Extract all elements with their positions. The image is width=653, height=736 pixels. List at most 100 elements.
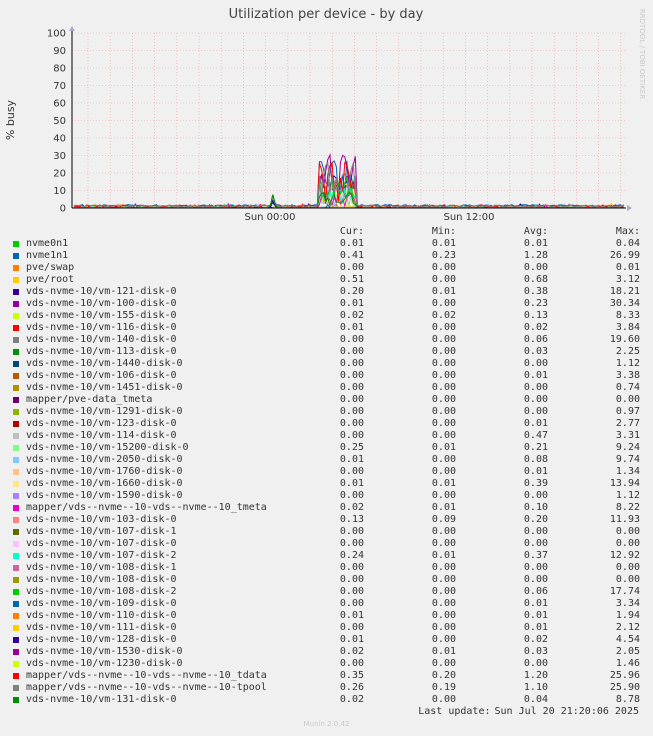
- legend-name: mapper/pve-data_tmeta: [26, 394, 153, 405]
- chart-title: Utilization per device - by day: [229, 7, 424, 22]
- legend-max-value: 19.60: [609, 334, 640, 345]
- legend-row: vds-nvme-10/vm-106-disk-0 0.00 0.00 0.01 3.3…: [12, 370, 642, 382]
- legend-swatch: [13, 361, 19, 367]
- legend-min-value: 0.00: [431, 418, 456, 429]
- legend-name: vds-nvme-10/vm-121-disk-0: [26, 286, 177, 297]
- legend-cur-value: 0.24: [339, 550, 364, 561]
- legend-row: vds-nvme-10/vm-110-disk-0 0.01 0.00 0.01 1.9…: [12, 610, 642, 622]
- legend-cur-value: 0.41: [339, 250, 364, 261]
- legend-min-value: 0.00: [431, 562, 456, 573]
- legend-cur-value: 0.35: [339, 670, 364, 681]
- legend-row: vds-nvme-10/vm-109-disk-0 0.00 0.00 0.01 3.3…: [12, 598, 642, 610]
- legend-max-value: 0.74: [615, 382, 640, 393]
- legend-max-value: 2.25: [615, 346, 640, 357]
- legend-cur-value: 0.00: [339, 538, 364, 549]
- y-tick-label: 0: [60, 204, 66, 215]
- legend-min-value: 0.01: [431, 286, 456, 297]
- legend-avg-value: 0.01: [523, 622, 548, 633]
- legend-swatch: [13, 469, 19, 475]
- legend-swatch: [13, 313, 19, 319]
- legend-min-value: 0.00: [431, 574, 456, 585]
- legend-min-value: 0.19: [431, 682, 456, 693]
- legend-row: vds-nvme-10/vm-140-disk-0 0.00 0.00 0.06 19.…: [12, 334, 642, 346]
- legend-swatch: [13, 421, 19, 427]
- legend-name: vds-nvme-10/vm-1291-disk-0: [26, 406, 183, 417]
- legend-max-value: 0.04: [615, 238, 640, 249]
- legend-max-value: 11.93: [609, 514, 640, 525]
- legend-avg-value: 0.00: [523, 382, 548, 393]
- legend-row: nvme1n1 0.41 0.23 1.28 26.99: [12, 250, 642, 262]
- x-tick-label: Sun 00:00: [244, 212, 295, 223]
- legend-avg-value: 0.01: [523, 418, 548, 429]
- legend-avg-value: 0.04: [523, 694, 548, 705]
- legend-swatch: [13, 589, 19, 595]
- legend-cur-value: 0.26: [339, 682, 364, 693]
- y-tick-label: 70: [53, 81, 66, 92]
- legend-min-value: 0.00: [431, 610, 456, 621]
- legend-name: vds-nvme-10/vm-155-disk-0: [26, 310, 177, 321]
- legend-avg-value: 0.10: [523, 502, 548, 513]
- y-tick-label: 90: [53, 46, 66, 57]
- legend-avg-value: 0.00: [523, 406, 548, 417]
- x-tick-label: Sun 12:00: [443, 212, 494, 223]
- legend-row: vds-nvme-10/vm-107-disk-0 0.00 0.00 0.00 0.0…: [12, 538, 642, 550]
- legend-swatch: [13, 685, 19, 691]
- legend-swatch: [13, 481, 19, 487]
- legend-name: vds-nvme-10/vm-1660-disk-0: [26, 478, 183, 489]
- legend-min-value: 0.00: [431, 466, 456, 477]
- legend-name: vds-nvme-10/vm-111-disk-0: [26, 622, 177, 633]
- legend-cur-value: 0.01: [339, 322, 364, 333]
- legend-min-value: 0.00: [431, 598, 456, 609]
- legend-avg-value: 0.20: [523, 514, 548, 525]
- legend-avg-value: 0.06: [523, 586, 548, 597]
- legend-avg-value: 1.20: [523, 670, 548, 681]
- y-axis-arrow: [69, 26, 75, 31]
- legend-swatch: [13, 541, 19, 547]
- legend-cur-value: 0.02: [339, 646, 364, 657]
- legend-max-value: 12.92: [609, 550, 640, 561]
- legend-avg-value: 0.00: [523, 562, 548, 573]
- legend-row: mapper/vds--nvme--10-vds--nvme--10-tpool…: [12, 682, 642, 694]
- legend-swatch: [13, 397, 19, 403]
- legend-min-value: 0.00: [431, 322, 456, 333]
- legend-name: vds-nvme-10/vm-1440-disk-0: [26, 358, 183, 369]
- last-update: Last update: Sun Jul 20 21:20:06 2025: [414, 706, 639, 717]
- legend-name: vds-nvme-10/vm-114-disk-0: [26, 430, 177, 441]
- y-tick-labels: 0 10 20 30 40 50 60 70 80 90 100: [47, 29, 66, 215]
- y-tick-label: 30: [53, 151, 66, 162]
- legend-avg-value: 0.08: [523, 454, 548, 465]
- legend-min-value: 0.00: [431, 430, 456, 441]
- legend-max-value: 0.00: [615, 526, 640, 537]
- legend-row: vds-nvme-10/vm-121-disk-0 0.20 0.01 0.38 18.…: [12, 286, 642, 298]
- legend-row: vds-nvme-10/vm-1440-disk-0 0.00 0.00 0.00 1.…: [12, 358, 642, 370]
- legend-cur-value: 0.00: [339, 586, 364, 597]
- legend-name: vds-nvme-10/vm-116-disk-0: [26, 322, 177, 333]
- legend-name: vds-nvme-10/vm-1230-disk-0: [26, 658, 183, 669]
- y-tick-label: 10: [53, 186, 66, 197]
- legend-max-value: 25.90: [609, 682, 640, 693]
- col-avg-header: Avg:: [523, 226, 548, 237]
- legend-avg-value: 0.00: [523, 490, 548, 501]
- legend-min-value: 0.00: [431, 298, 456, 309]
- legend-row: pve/root 0.51 0.00 0.68 3.12: [12, 274, 642, 286]
- legend-max-value: 0.00: [615, 394, 640, 405]
- legend-name: vds-nvme-10/vm-1590-disk-0: [26, 490, 183, 501]
- legend-min-value: 0.23: [431, 250, 456, 261]
- legend-cur-value: 0.01: [339, 634, 364, 645]
- legend-max-value: 3.12: [615, 274, 640, 285]
- legend-min-value: 0.00: [431, 346, 456, 357]
- legend-max-value: 0.97: [615, 406, 640, 417]
- legend-min-value: 0.00: [431, 334, 456, 345]
- legend-name: vds-nvme-10/vm-107-disk-1: [26, 526, 177, 537]
- legend-avg-value: 0.06: [523, 334, 548, 345]
- legend-name: vds-nvme-10/vm-1760-disk-0: [26, 466, 183, 477]
- legend-avg-value: 0.02: [523, 634, 548, 645]
- legend-avg-value: 0.02: [523, 322, 548, 333]
- legend-row: vds-nvme-10/vm-15200-disk-0 0.25 0.01 0.21 9…: [12, 442, 642, 454]
- legend-name: vds-nvme-10/vm-107-disk-2: [26, 550, 177, 561]
- legend-cur-value: 0.00: [339, 382, 364, 393]
- legend-swatch: [13, 373, 19, 379]
- y-tick-label: 80: [53, 64, 66, 75]
- legend-max-value: 1.12: [615, 490, 640, 501]
- legend-max-value: 17.74: [609, 586, 640, 597]
